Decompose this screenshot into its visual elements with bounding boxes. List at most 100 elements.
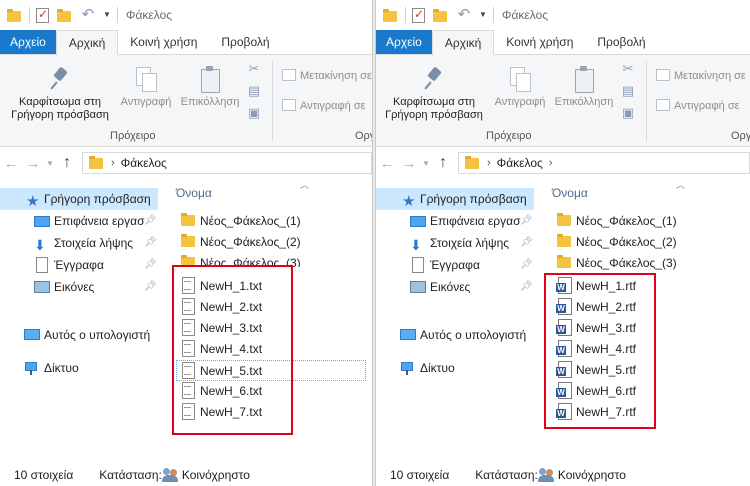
properties-icon[interactable] (36, 7, 49, 23)
nav-item-label: Γρήγορη πρόσβαση (44, 192, 151, 206)
tab-home[interactable]: Αρχική (55, 30, 119, 55)
copy-path-icon[interactable]: ▤ (620, 83, 636, 99)
separator (116, 7, 118, 23)
cut-icon[interactable]: ✂ (620, 61, 636, 77)
folder-item[interactable]: Νέος_Φάκελος_(1) (180, 211, 301, 232)
paste-shortcut-icon[interactable]: ▣ (620, 105, 636, 121)
cut-icon[interactable]: ✂ (246, 61, 262, 77)
copy-label: Αντιγραφή (120, 96, 172, 108)
group-label-clipboard: Πρόχειρο (486, 130, 532, 142)
folder-item[interactable]: Νέος_Φάκελος_(2) (556, 232, 677, 253)
nav-item-label: Γρήγορη πρόσβαση (420, 192, 527, 206)
paste-shortcut-icon[interactable]: ▣ (246, 105, 262, 121)
column-header-name[interactable]: Όνομα (552, 186, 588, 200)
shared-users-icon (161, 468, 180, 482)
breadcrumb-chevron-icon[interactable]: › (549, 157, 553, 169)
state-value: Κοινόχρηστο (557, 468, 626, 482)
breadcrumb-folder[interactable]: Φάκελος (497, 156, 543, 170)
nav-item-desktop[interactable]: Επιφάνεια εργασ 📌︎ (376, 210, 534, 232)
nav-item-label: Εικόνες (54, 280, 95, 294)
computer-icon (400, 329, 416, 340)
tab-file[interactable]: Αρχείο (0, 30, 56, 54)
back-arrow-icon[interactable]: ← (0, 155, 22, 172)
title-bar: ↶ ▼ Φάκελος (0, 0, 372, 30)
breadcrumb-folder[interactable]: Φάκελος (121, 156, 167, 170)
move-to-button[interactable]: Μετακίνηση σε (282, 69, 372, 82)
properties-icon[interactable] (412, 7, 425, 23)
item-name: Νέος_Φάκελος_(2) (200, 235, 301, 249)
nav-item-downloads[interactable]: Στοιχεία λήψης 📌︎ (376, 232, 534, 254)
nav-item-desktop[interactable]: Επιφάνεια εργασ 📌︎ (0, 210, 158, 232)
recent-locations-dropdown-icon[interactable]: ▼ (420, 159, 432, 168)
folder-item[interactable]: Νέος_Φάκελος_(2) (180, 232, 301, 253)
new-folder-icon[interactable] (55, 6, 73, 24)
copy-icon (133, 65, 159, 93)
nav-item-pictures[interactable]: Εικόνες 📌︎ (0, 276, 158, 298)
folder-item[interactable]: Νέος_Φάκελος_(3) (556, 253, 677, 274)
folder-icon (556, 233, 572, 249)
copy-button[interactable]: Αντιγραφή (112, 65, 180, 109)
tab-home[interactable]: Αρχική (431, 30, 495, 55)
nav-item-quick-access[interactable]: Γρήγορη πρόσβαση (376, 188, 534, 210)
breadcrumb-chevron-icon[interactable]: › (487, 157, 491, 169)
up-arrow-icon[interactable]: ↑ (432, 154, 454, 172)
new-folder-icon[interactable] (431, 6, 449, 24)
back-arrow-icon[interactable]: ← (376, 155, 398, 172)
folder-item[interactable]: Νέος_Φάκελος_(1) (556, 211, 677, 232)
copy-button[interactable]: Αντιγραφή (486, 65, 554, 109)
copy-to-button[interactable]: Αντιγραφή σε (282, 99, 366, 112)
paste-button[interactable]: Επικόλληση (552, 65, 616, 109)
ribbon-group-separator (272, 61, 273, 141)
tab-view[interactable]: Προβολή (209, 30, 281, 54)
group-label-clipboard: Πρόχειρο (110, 130, 156, 142)
tab-share[interactable]: Κοινή χρήση (118, 30, 209, 54)
undo-icon[interactable]: ↶ (79, 6, 97, 24)
column-header-name[interactable]: Όνομα (176, 186, 212, 200)
copy-path-icon[interactable]: ▤ (246, 83, 262, 99)
paste-icon (571, 65, 597, 93)
paste-label: Επικόλληση (554, 96, 614, 108)
tab-share[interactable]: Κοινή χρήση (494, 30, 585, 54)
nav-item-this-pc[interactable]: Αυτός ο υπολογιστή (376, 324, 534, 346)
undo-icon[interactable]: ↶ (455, 6, 473, 24)
download-icon (410, 235, 426, 251)
address-bar[interactable]: › Φάκελος › (458, 152, 750, 174)
state-label: Κατάσταση: (99, 468, 162, 482)
move-to-label: Μετακίνηση σε (674, 70, 746, 82)
customize-quick-access-dropdown-icon[interactable]: ▼ (479, 6, 487, 24)
item-name: Νέος_Φάκελος_(1) (200, 214, 301, 228)
copy-to-button[interactable]: Αντιγραφή σε (656, 99, 740, 112)
nav-item-documents[interactable]: Έγγραφα 📌︎ (376, 254, 534, 276)
forward-arrow-icon[interactable]: → (398, 155, 420, 172)
pin-to-quick-access-button[interactable]: Καρφίτσωμα στη Γρήγορη πρόσβαση (8, 65, 112, 122)
move-to-button[interactable]: Μετακίνηση σε (656, 69, 746, 82)
address-bar[interactable]: › Φάκελος (82, 152, 372, 174)
breadcrumb-chevron-icon[interactable]: › (111, 157, 115, 169)
pinned-icon: 📌︎ (144, 215, 157, 226)
folder-icon (87, 155, 105, 171)
pinned-icon: 📌︎ (520, 215, 533, 226)
customize-quick-access-dropdown-icon[interactable]: ▼ (103, 6, 111, 24)
nav-item-network[interactable]: Δίκτυο (376, 357, 534, 379)
tab-file[interactable]: Αρχείο (376, 30, 432, 54)
computer-icon (24, 329, 40, 340)
nav-item-quick-access[interactable]: Γρήγορη πρόσβαση (0, 188, 158, 210)
up-arrow-icon[interactable]: ↑ (56, 154, 78, 172)
forward-arrow-icon[interactable]: → (22, 155, 44, 172)
pin-to-quick-access-button[interactable]: Καρφίτσωμα στη Γρήγορη πρόσβαση (382, 65, 486, 122)
nav-item-pictures[interactable]: Εικόνες 📌︎ (376, 276, 534, 298)
paste-button[interactable]: Επικόλληση (178, 65, 242, 109)
move-to-icon (656, 69, 670, 81)
nav-item-this-pc[interactable]: Αυτός ο υπολογιστή (0, 324, 158, 346)
nav-item-network[interactable]: Δίκτυο (0, 357, 158, 379)
documents-icon (412, 257, 424, 273)
nav-item-downloads[interactable]: Στοιχεία λήψης 📌︎ (0, 232, 158, 254)
ribbon-home: Καρφίτσωμα στη Γρήγορη πρόσβαση Αντιγραφ… (376, 55, 750, 147)
ribbon-group-separator (646, 61, 647, 141)
sort-ascending-icon: ︿ (300, 180, 310, 190)
star-icon (402, 191, 418, 207)
nav-item-documents[interactable]: Έγγραφα 📌︎ (0, 254, 158, 276)
recent-locations-dropdown-icon[interactable]: ▼ (44, 159, 56, 168)
tab-view[interactable]: Προβολή (585, 30, 657, 54)
nav-item-label: Αυτός ο υπολογιστή (420, 328, 527, 342)
